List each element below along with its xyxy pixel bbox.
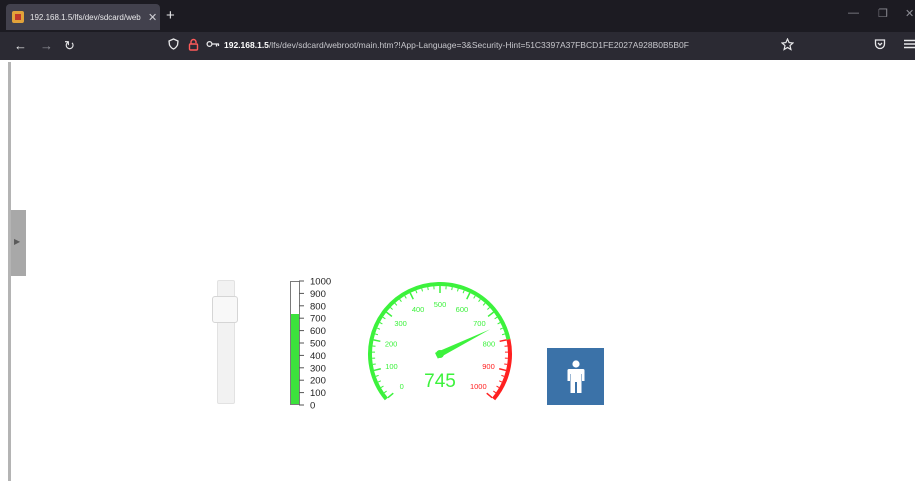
dial-tick (473, 295, 476, 299)
url-host: 192.168.1.5 (224, 40, 269, 50)
shield-icon[interactable] (168, 38, 179, 53)
dial-scale-label: 100 (385, 362, 398, 371)
dial-tick (478, 298, 481, 302)
dial-tick (409, 292, 414, 300)
lock-icon[interactable] (188, 38, 199, 54)
expand-arrow-icon: ▶ (14, 237, 21, 246)
browser-tab[interactable]: 192.168.1.5/lfs/dev/sdcard/web ✕ (6, 4, 160, 30)
forward-icon[interactable]: → (40, 38, 53, 53)
url-field[interactable]: 192.168.1.5/lfs/dev/sdcard/webroot/main.… (224, 40, 689, 50)
vertical-slider-thumb[interactable] (212, 296, 238, 323)
dial-tick (499, 327, 504, 330)
dial-scale-label: 200 (385, 340, 398, 349)
dial-tick (487, 307, 490, 310)
dial-tick (377, 380, 382, 383)
bar-gauge-tick-label: 100 (310, 388, 326, 399)
dial-scale-label: 1000 (470, 382, 487, 391)
dial-scale-label: 300 (394, 319, 407, 328)
bookmark-star-icon[interactable] (780, 37, 795, 54)
dial-tick (497, 322, 501, 325)
dial-scale-label: 0 (400, 382, 404, 391)
dial-scale-label: 900 (482, 362, 495, 371)
dial-tick (501, 333, 506, 336)
dial-scale-label: 400 (412, 305, 425, 314)
dial-value-readout: 745 (424, 371, 456, 392)
dial-tick (498, 380, 503, 383)
bar-gauge-tick-label: 700 (310, 314, 326, 325)
bar-gauge-tick-label: 900 (310, 289, 326, 300)
pocket-icon[interactable] (874, 38, 886, 53)
dial-tick (451, 287, 453, 291)
close-window-button[interactable]: ✕ (905, 7, 914, 20)
url-path: /lfs/dev/sdcard/webroot/main.htm?!App-La… (268, 40, 689, 50)
dial-scale-label: 500 (434, 300, 447, 309)
dial-tick (373, 339, 381, 343)
back-icon[interactable]: ← (14, 38, 27, 53)
bar-gauge-tick-label: 300 (310, 363, 326, 374)
dial-tick (376, 327, 381, 330)
dial-tick (427, 287, 429, 291)
menu-icon[interactable] (904, 38, 915, 52)
favicon-icon (12, 11, 24, 23)
person-tile-button[interactable] (547, 348, 604, 405)
dial-tick (499, 368, 507, 372)
dial-tick (383, 390, 387, 394)
tab-close-button[interactable]: ✕ (148, 11, 157, 24)
dial-tick (374, 333, 379, 336)
bar-gauge-tick-label: 200 (310, 376, 326, 387)
dial-tick (379, 322, 383, 325)
bar-gauge-tick-label: 0 (310, 401, 315, 412)
dial-needle-hub (436, 350, 444, 358)
bar-gauge-tick-label: 800 (310, 301, 326, 312)
bar-gauge-tick-label: 500 (310, 339, 326, 350)
dial-tick (380, 385, 384, 389)
dial-tick (373, 368, 381, 372)
dial-tick (482, 302, 486, 306)
bar-gauge-tick-label: 600 (310, 326, 326, 337)
dial-tick (382, 316, 386, 320)
bar-gauge-scale: 10009008007006005004003002001000 (299, 277, 331, 412)
person-icon (567, 359, 584, 393)
dial-tick (375, 374, 379, 377)
tab-bar: 192.168.1.5/lfs/dev/sdcard/web ✕ + — ❐ ✕ (0, 0, 915, 32)
reload-icon[interactable]: ↻ (64, 38, 75, 54)
dial-tick (385, 311, 393, 318)
new-tab-button[interactable]: + (166, 7, 175, 24)
dial-tick (390, 307, 393, 310)
dial-tick (387, 392, 394, 399)
dial-scale-label: 600 (456, 305, 469, 314)
dial-scale-label: 700 (473, 319, 486, 328)
maximize-button[interactable]: ❐ (878, 7, 888, 20)
dial-tick (494, 316, 498, 320)
dial-tick (466, 292, 471, 300)
dial-tick (486, 392, 493, 399)
dial-gauge: 0 100 200 300 400 500 600 700 800 900 1000 745 (368, 282, 512, 401)
minimize-button[interactable]: — (848, 7, 859, 19)
bar-gauge-tick-label: 1000 (310, 277, 331, 288)
dial-tick (404, 295, 407, 299)
dial-tick (456, 288, 459, 292)
dial-tick (501, 374, 505, 377)
dial-tick (415, 290, 418, 294)
sidebar-toggle-handle[interactable]: ▶ (11, 210, 26, 276)
dial-tick (462, 290, 465, 294)
dial-tick (499, 339, 507, 343)
dial-tick (421, 288, 424, 292)
dial-tick (493, 390, 497, 394)
dial-tick (487, 311, 495, 318)
dial-tick (394, 302, 398, 306)
key-icon[interactable] (206, 38, 220, 52)
tab-title: 192.168.1.5/lfs/dev/sdcard/web (30, 12, 141, 22)
bar-gauge-tick-label: 400 (310, 351, 326, 362)
navigation-bar: ← → ↻ 192.168.1.5/lfs/dev/sdcard/webroot… (0, 32, 915, 60)
dial-tick (399, 298, 402, 302)
dial-scale-label: 800 (483, 340, 496, 349)
dial-tick (496, 385, 500, 389)
